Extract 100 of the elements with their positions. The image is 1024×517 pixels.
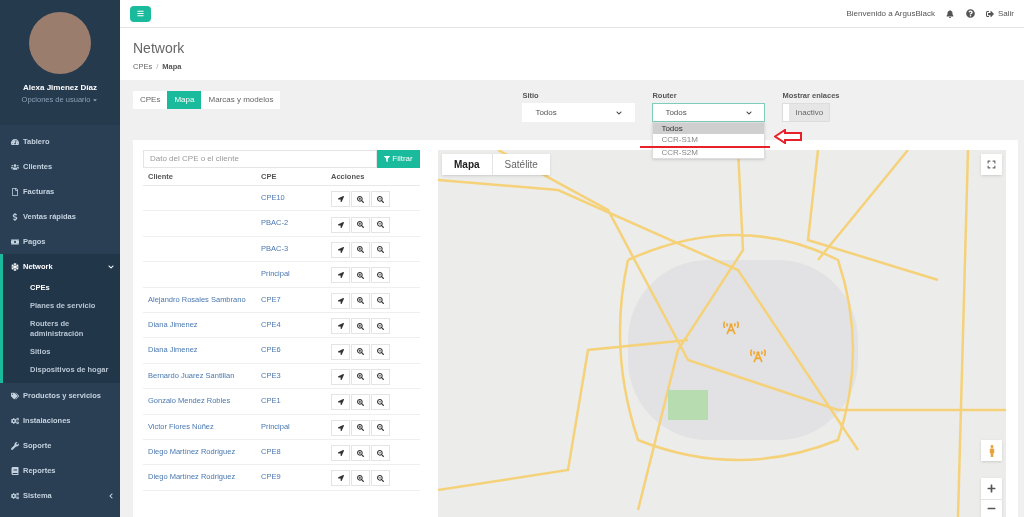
zoom-out-icon (377, 398, 384, 406)
tab[interactable]: Marcas y modelos (201, 91, 281, 109)
dropdown-option[interactable]: CCR-S1M (653, 134, 765, 145)
menu-icon (137, 10, 144, 17)
dropdown-option[interactable]: CCR-S2M (653, 147, 765, 158)
zoom-out-button[interactable] (371, 292, 390, 309)
zoom-out-icon (377, 475, 384, 482)
location-arrow-icon (337, 323, 344, 330)
locate-button[interactable] (331, 318, 350, 335)
locate-button[interactable] (331, 241, 350, 258)
locate-button[interactable] (331, 470, 350, 487)
zoom-out-button[interactable] (371, 191, 390, 208)
chevron-down-icon (108, 263, 114, 270)
locate-button[interactable] (331, 292, 350, 309)
locate-button[interactable] (331, 368, 350, 385)
page-title: Network (133, 40, 186, 56)
locate-button[interactable] (331, 445, 350, 462)
tab[interactable]: CPEs (133, 91, 168, 109)
dollar-icon (11, 212, 19, 221)
user-name: Alexa Jimenez Díaz (23, 82, 97, 94)
logout-button[interactable]: Salir (986, 7, 1014, 20)
locate-button[interactable] (331, 191, 350, 208)
zoom-out-button[interactable] (371, 419, 390, 436)
zoom-in-button[interactable] (351, 191, 370, 208)
sign-out-icon (986, 9, 994, 18)
zoom-in-button[interactable] (351, 394, 370, 411)
zoom-out-icon (377, 424, 384, 432)
zoom-out-icon (377, 246, 384, 254)
zoom-out-button[interactable] (371, 343, 390, 360)
wrench-icon (11, 441, 19, 450)
gear-icon (11, 416, 19, 425)
locate-button[interactable] (331, 216, 350, 233)
chevron-down-icon (616, 109, 623, 116)
zoom-out-icon (377, 195, 384, 203)
tags-icon (11, 391, 19, 400)
zoom-out-button[interactable] (371, 394, 390, 411)
location-arrow-icon (337, 196, 344, 203)
zoom-in-icon (357, 195, 364, 203)
location-arrow-icon (337, 348, 344, 355)
zoom-out-button[interactable] (371, 267, 390, 284)
zoom-in-button[interactable] (351, 343, 370, 360)
zoom-in-icon (357, 322, 364, 330)
locate-button[interactable] (331, 343, 350, 360)
location-arrow-icon (337, 475, 344, 482)
zoom-out-button[interactable] (371, 470, 390, 487)
book-icon (11, 466, 19, 475)
locate-button[interactable] (331, 394, 350, 411)
zoom-in-icon (357, 221, 364, 229)
bell-icon[interactable] (946, 9, 954, 18)
filter-icon (384, 156, 391, 162)
zoom-in-button[interactable] (351, 216, 370, 233)
search-field[interactable]: Dato del CPE o el cliente (143, 150, 377, 168)
welcome-text: Bienvenido a ArgusBlack (846, 7, 935, 20)
chevron-down-icon (746, 109, 753, 116)
caret-icon (92, 96, 99, 103)
fullscreen-icon (987, 160, 996, 169)
dropdown-option[interactable]: Todos (653, 123, 765, 134)
zoom-in-button[interactable] (351, 241, 370, 258)
zoom-out-icon (377, 221, 384, 229)
toggle-switch[interactable]: Inactivo (782, 103, 831, 123)
chevron-left-icon (108, 492, 114, 499)
fullscreen-button[interactable] (981, 154, 1002, 175)
location-arrow-icon (337, 246, 344, 253)
zoom-in-icon (357, 348, 364, 356)
zoom-in-icon (357, 449, 364, 457)
zoom-out-button[interactable] (371, 318, 390, 335)
file-icon (11, 187, 19, 196)
help-icon[interactable] (966, 9, 975, 18)
zoom-in-button[interactable] (351, 419, 370, 436)
map-type-button[interactable]: Satélite (491, 154, 550, 175)
zoom-in-button[interactable] (351, 368, 370, 385)
tower-marker-icon (750, 348, 766, 364)
locate-button[interactable] (331, 267, 350, 284)
gears-icon (11, 491, 19, 500)
zoom-in-icon (357, 398, 364, 406)
location-arrow-icon (337, 450, 344, 457)
zoom-out-icon (377, 297, 384, 305)
router-select[interactable]: Todos (652, 103, 766, 123)
zoom-in-button[interactable] (351, 318, 370, 335)
users-icon (11, 162, 19, 171)
zoom-out-button[interactable] (371, 216, 390, 233)
zoom-out-icon (377, 322, 384, 330)
zoom-in-icon (357, 475, 364, 482)
snowflake-icon (11, 262, 19, 271)
map-type-button[interactable]: Mapa (442, 154, 492, 175)
zoom-out-icon (377, 348, 384, 356)
tower-marker-icon (723, 320, 739, 336)
zoom-in-button[interactable] (351, 267, 370, 284)
location-arrow-icon (337, 297, 344, 304)
site-select[interactable]: Todos (522, 103, 636, 123)
zoom-in-icon (357, 246, 364, 254)
locate-button[interactable] (331, 419, 350, 436)
plus-icon (987, 484, 996, 493)
zoom-out-button[interactable] (371, 445, 390, 462)
zoom-in-button[interactable] (351, 470, 370, 487)
zoom-in-icon (357, 297, 364, 305)
zoom-out-button[interactable] (371, 241, 390, 258)
zoom-out-button[interactable] (371, 368, 390, 385)
zoom-in-button[interactable] (351, 445, 370, 462)
zoom-in-button[interactable] (351, 292, 370, 309)
